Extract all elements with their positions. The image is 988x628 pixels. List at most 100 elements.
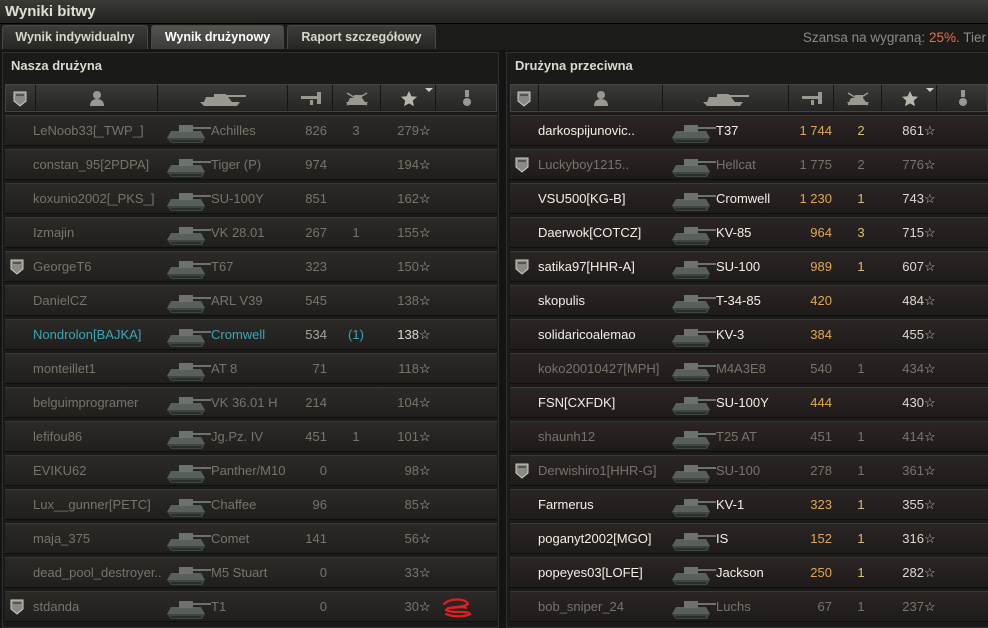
player-name[interactable]: satika97[HHR-A] [538,259,666,274]
header-vehicle-column[interactable] [158,85,288,111]
player-name[interactable]: Lux__gunner[PETC] [33,497,163,512]
tank-silhouette-icon [167,261,211,279]
tab-detailed-report[interactable]: Raport szczegółowy [287,25,436,49]
kills-value: 1 [857,429,865,444]
our-team-row[interactable]: Nondrolon[BAJKA] Cromwell 534 (1) 138 ☆ [5,319,497,350]
player-name[interactable]: lefifou86 [33,429,163,444]
enemy-team-row[interactable]: koko20010427[MPH] M4A3E8 540 1 434 ☆ [510,353,988,384]
header-kills-column[interactable] [834,85,882,111]
enemy-team-row[interactable]: Derwishiro1[HHR-G] SU-100 278 1 361 ☆ [510,455,988,486]
player-icon [594,91,608,106]
our-team-row[interactable]: monteillet1 AT 8 71 118 ☆ [5,353,497,384]
header-player-column[interactable] [36,85,158,111]
star-icon: ☆ [924,259,936,274]
player-name[interactable]: constan_95[2PDPA] [33,157,163,172]
player-name[interactable]: monteillet1 [33,361,163,376]
header-rank-column[interactable] [511,85,539,111]
player-name[interactable]: solidaricoalemao [538,327,666,342]
header-medal-column[interactable] [436,85,498,111]
player-name[interactable]: Luckyboy1215.. [538,157,666,172]
our-team-row[interactable]: Izmajin VK 28.01 267 1 155 ☆ [5,217,497,248]
player-name[interactable]: Nondrolon[BAJKA] [33,327,163,342]
player-name[interactable]: stdanda [33,599,163,614]
player-name[interactable]: shaunh12 [538,429,666,444]
our-team-row[interactable]: constan_95[2PDPA] Tiger (P) 974 194 ☆ [5,149,497,180]
player-name[interactable]: FSN[CXFDK] [538,395,666,410]
our-team-row[interactable]: belguimprogramer VK 36.01 H 214 104 ☆ [5,387,497,418]
header-rank-column[interactable] [6,85,36,111]
tab-team[interactable]: Wynik drużynowy [151,25,284,49]
player-name[interactable]: DanielCZ [33,293,163,308]
enemy-team-row[interactable]: popeyes03[LOFE] Jackson 250 1 282 ☆ [510,557,988,588]
tank-silhouette-icon [672,261,716,279]
star-icon: ☆ [924,429,936,444]
enemy-team-row[interactable]: solidaricoalemao KV-3 384 455 ☆ [510,319,988,350]
our-team-row[interactable]: koxunio2002[_PKS_] SU-100Y 851 162 ☆ [5,183,497,214]
rank-badge-icon [10,259,24,275]
enemy-team-row[interactable]: poganyt2002[MGO] IS 152 1 316 ☆ [510,523,988,554]
player-name[interactable]: LeNoob33[_TWP_] [33,123,163,138]
enemy-team-row[interactable]: shaunh12 T25 AT 451 1 414 ☆ [510,421,988,452]
player-name[interactable]: dead_pool_destroyer.. [33,565,163,580]
our-team-row[interactable]: LeNoob33[_TWP_] Achilles 826 3 279 ☆ [5,115,497,146]
enemy-team-row[interactable]: satika97[HHR-A] SU-100 989 1 607 ☆ [510,251,988,282]
damage-value: 540 [810,361,832,376]
player-name[interactable]: skopulis [538,293,666,308]
enemy-team-row[interactable]: Farmerus KV-1 323 1 355 ☆ [510,489,988,520]
header-kills-column[interactable] [333,85,381,111]
damage-value: 267 [305,225,327,240]
enemy-team-row[interactable]: bob_sniper_24 Luchs 67 1 237 ☆ [510,591,988,622]
header-damage-column[interactable] [288,85,333,111]
enemy-team-row[interactable]: skopulis T-34-85 420 484 ☆ [510,285,988,316]
enemy-team-row[interactable]: darkospijunovic.. T37 1 744 2 861 ☆ [510,115,988,146]
our-team-row[interactable]: maja_375 Comet 141 56 ☆ [5,523,497,554]
player-name[interactable]: popeyes03[LOFE] [538,565,666,580]
our-team-row[interactable]: dead_pool_destroyer.. M5 Stuart 0 33 ☆ [5,557,497,588]
our-team-row[interactable]: DanielCZ ARL V39 545 138 ☆ [5,285,497,316]
player-name[interactable]: koxunio2002[_PKS_] [33,191,163,206]
tank-image [163,216,213,249]
kills-value: 1 [857,191,865,206]
window-title: Wyniki bitwy [5,3,96,20]
tank-silhouette-icon [167,363,211,381]
player-name[interactable]: VSU500[KG-B] [538,191,666,206]
player-name[interactable]: EVIKU62 [33,463,163,478]
header-xp-column[interactable] [882,85,937,111]
tank-image [163,318,213,351]
header-damage-column[interactable] [789,85,834,111]
xp-value: 101 [397,429,419,444]
header-vehicle-column[interactable] [663,85,789,111]
player-name[interactable]: bob_sniper_24 [538,599,666,614]
tank-silhouette-icon [167,295,211,313]
our-team-row[interactable]: lefifou86 Jg.Pz. IV 451 1 101 ☆ [5,421,497,452]
star-icon: ☆ [419,157,431,172]
our-team-row[interactable]: GeorgeT6 T67 323 150 ☆ [5,251,497,282]
enemy-team-row[interactable]: VSU500[KG-B] Cromwell 1 230 1 743 ☆ [510,183,988,214]
player-name[interactable]: GeorgeT6 [33,259,163,274]
our-team-row[interactable]: EVIKU62 Panther/M10 0 98 ☆ [5,455,497,486]
header-player-column[interactable] [539,85,663,111]
tab-individual[interactable]: Wynik indywidualny [2,25,148,49]
player-name[interactable]: Izmajin [33,225,163,240]
header-xp-column[interactable] [381,85,436,111]
tank-silhouette-icon [167,397,211,415]
enemy-team-row[interactable]: Daerwok[COTCZ] KV-85 964 3 715 ☆ [510,217,988,248]
xp-value: 56 [404,531,419,546]
player-name[interactable]: poganyt2002[MGO] [538,531,666,546]
header-medal-column[interactable] [937,85,988,111]
tank-image [163,488,213,521]
player-name[interactable]: darkospijunovic.. [538,123,666,138]
player-name[interactable]: koko20010427[MPH] [538,361,666,376]
star-icon: ☆ [419,361,431,376]
medal-icon [959,90,967,106]
player-name[interactable]: maja_375 [33,531,163,546]
kills-value: 2 [857,157,865,172]
enemy-team-row[interactable]: FSN[CXFDK] SU-100Y 444 430 ☆ [510,387,988,418]
player-name[interactable]: Farmerus [538,497,666,512]
our-team-row[interactable]: stdanda T1 0 30 ☆ [5,591,497,622]
player-name[interactable]: Daerwok[COTCZ] [538,225,666,240]
player-name[interactable]: Derwishiro1[HHR-G] [538,463,666,478]
our-team-row[interactable]: Lux__gunner[PETC] Chaffee 96 85 ☆ [5,489,497,520]
player-name[interactable]: belguimprogramer [33,395,163,410]
enemy-team-row[interactable]: Luckyboy1215.. Hellcat 1 775 2 776 ☆ [510,149,988,180]
